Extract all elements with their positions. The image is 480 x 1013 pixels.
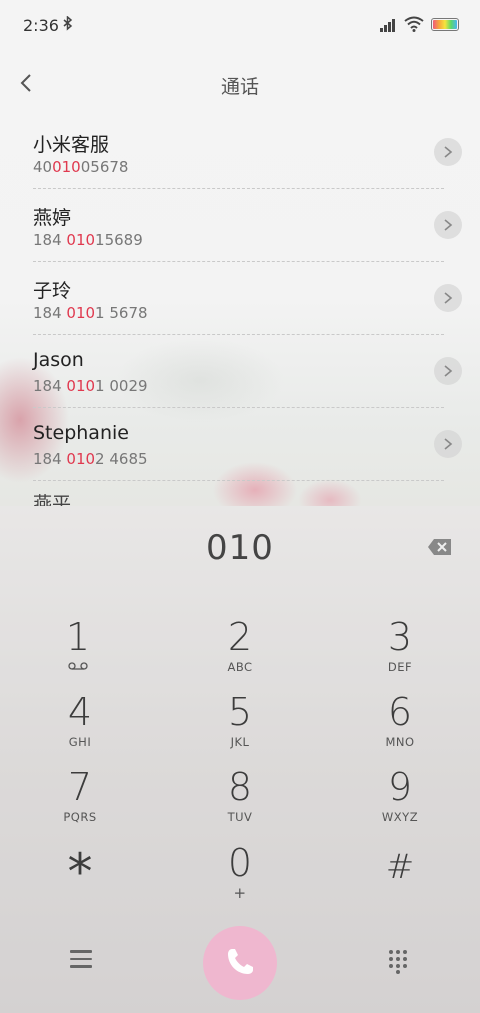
contact-detail-button[interactable] <box>434 138 462 166</box>
bluetooth-icon <box>63 15 73 35</box>
contact-name: Jason <box>33 349 84 371</box>
key-digit: 5 <box>227 690 253 734</box>
contact-name: 子玲 <box>33 280 72 302</box>
call-button[interactable] <box>203 926 277 1000</box>
key-letters: JKL <box>230 735 250 749</box>
key-6[interactable]: 6 MNO <box>340 691 460 763</box>
key-digit: 7 <box>67 765 93 809</box>
contact-name: 小米客服 <box>33 134 110 156</box>
status-time: 2:36 <box>23 16 59 35</box>
voicemail-icon <box>68 662 88 670</box>
key-digit: # <box>385 847 415 887</box>
contact-number: 184 01015689 <box>33 231 143 249</box>
backspace-icon[interactable] <box>427 537 453 557</box>
contact-list[interactable]: 小米客服 4001005678 燕婷 184 01015689 子玲 184 0… <box>0 116 480 506</box>
key-letters: WXYZ <box>381 810 419 824</box>
key-digit: 2 <box>227 615 253 659</box>
key-letters: TUV <box>227 810 253 824</box>
contact-number: 184 0101 5678 <box>33 304 148 322</box>
key-8[interactable]: 8 TUV <box>180 766 300 838</box>
contact-item[interactable]: 子玲 184 0101 5678 <box>0 262 480 335</box>
contact-item[interactable]: Stephanie 184 0102 4685 <box>0 408 480 481</box>
key-9[interactable]: 9 WXYZ <box>340 766 460 838</box>
key-letters: DEF <box>387 660 413 674</box>
dialed-number: 010 <box>206 528 274 568</box>
battery-icon <box>431 18 459 31</box>
key-star[interactable]: * <box>20 844 140 916</box>
contact-detail-button[interactable] <box>434 211 462 239</box>
key-2[interactable]: 2 ABC <box>180 616 300 688</box>
key-1[interactable]: 1 <box>18 616 138 688</box>
page-title: 通话 <box>220 76 259 98</box>
keypad-toggle-icon[interactable] <box>389 950 409 974</box>
key-letters: PQRS <box>63 810 97 824</box>
key-digit: 1 <box>65 615 91 659</box>
contact-number: 184 0102 4685 <box>33 450 148 468</box>
key-digit: 8 <box>227 765 253 809</box>
contact-number: 4001005678 <box>33 158 129 176</box>
contact-name: 燕平 <box>33 493 72 506</box>
key-letters: MNO <box>385 735 415 749</box>
contact-detail-button[interactable] <box>434 284 462 312</box>
contact-item[interactable]: 小米客服 4001005678 <box>0 116 480 189</box>
key-digit: * <box>67 843 93 901</box>
contact-name: Stephanie <box>33 422 129 444</box>
key-digit: 9 <box>387 765 413 809</box>
header: 通话 <box>0 60 480 108</box>
key-letters: GHI <box>68 735 92 749</box>
wifi-icon <box>404 16 424 36</box>
status-bar: 2:36 <box>0 0 480 52</box>
key-digit: 6 <box>387 690 413 734</box>
phone-icon <box>228 949 253 974</box>
key-digit: 4 <box>67 690 93 734</box>
key-0[interactable]: 0 + <box>180 842 300 914</box>
key-letters: + <box>233 884 247 902</box>
key-4[interactable]: 4 GHI <box>20 691 140 763</box>
menu-icon[interactable] <box>70 950 92 970</box>
contact-item[interactable]: Jason 184 0101 0029 <box>0 335 480 408</box>
dial-pad: 010 1 2 ABC 3 DEF 4 GHI 5 JKL 6 MNO 7 PQ… <box>0 506 480 1013</box>
key-digit: 0 <box>227 841 253 885</box>
contact-name: 燕婷 <box>33 207 72 229</box>
key-5[interactable]: 5 JKL <box>180 691 300 763</box>
key-hash[interactable]: # <box>340 846 460 918</box>
contact-item[interactable]: 燕平 <box>0 481 480 506</box>
key-3[interactable]: 3 DEF <box>340 616 460 688</box>
contact-detail-button[interactable] <box>434 357 462 385</box>
contact-number: 184 0101 0029 <box>33 377 148 395</box>
key-digit: 3 <box>387 615 413 659</box>
signal-icon <box>380 18 398 32</box>
key-7[interactable]: 7 PQRS <box>20 766 140 838</box>
contact-detail-button[interactable] <box>434 430 462 458</box>
key-letters: ABC <box>227 660 253 674</box>
contact-item[interactable]: 燕婷 184 01015689 <box>0 189 480 262</box>
dialer-bottom-bar <box>0 926 480 1013</box>
